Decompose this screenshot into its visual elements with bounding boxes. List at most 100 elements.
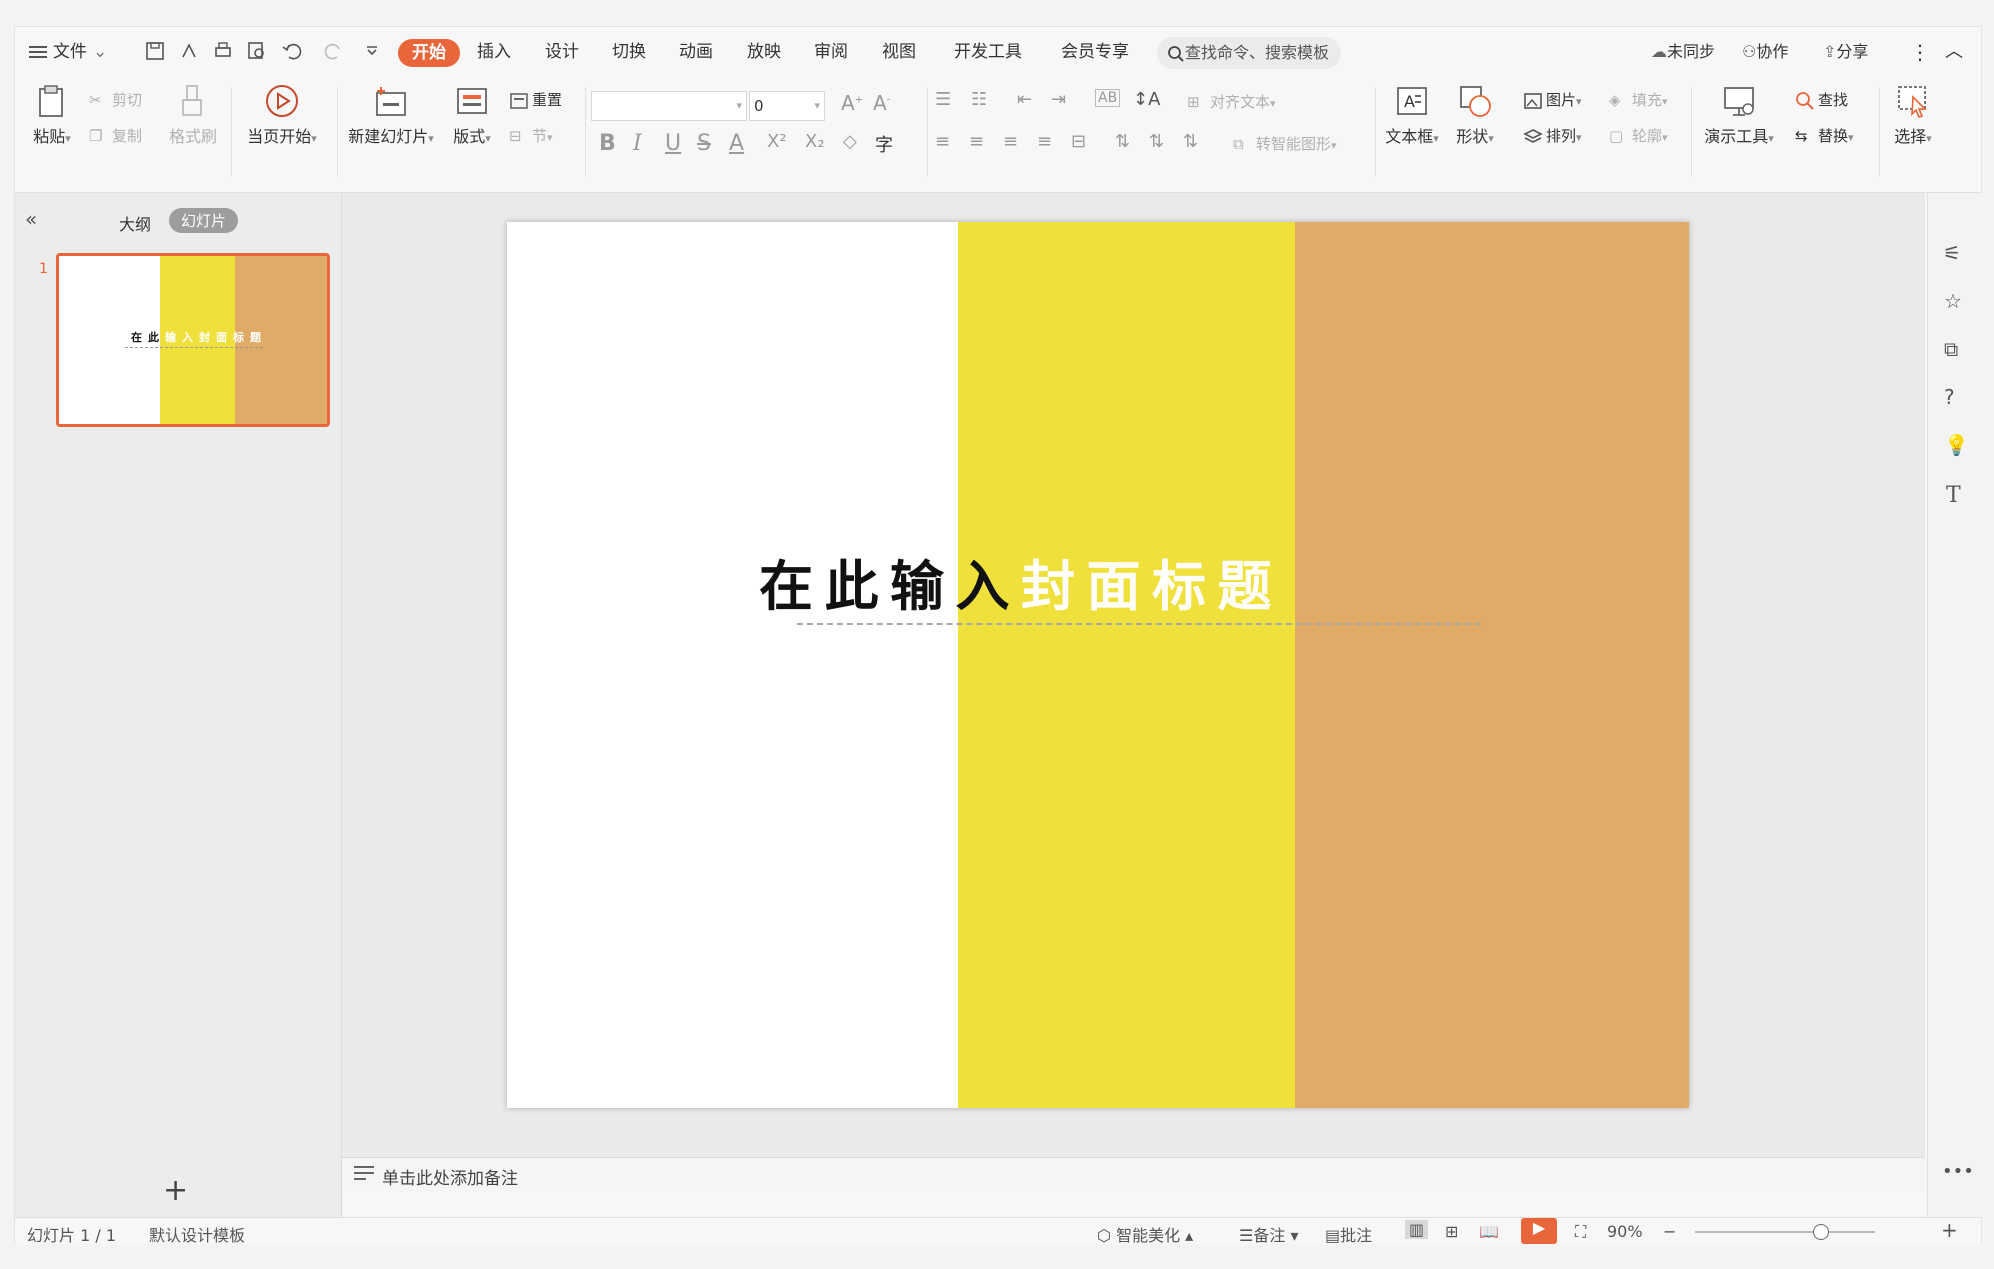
align-right-icon[interactable]: ≡ (1003, 131, 1018, 152)
notes-toggle[interactable]: ☰备注 ▾ (1239, 1222, 1298, 1246)
tab-design[interactable]: 设计 (545, 39, 579, 65)
phonetic-icon[interactable]: 字 (875, 131, 893, 157)
collapse-pane-icon[interactable]: « (25, 207, 37, 231)
strikethrough-icon[interactable]: S (697, 131, 711, 156)
font-family-select[interactable]: ▾ (591, 91, 747, 121)
more-menu-icon[interactable]: ⋮ (1910, 39, 1930, 65)
align-left-icon[interactable]: ≡ (935, 131, 950, 152)
shrink-font-icon[interactable]: A- (873, 91, 890, 115)
lightbulb-icon[interactable]: 💡 (1944, 433, 1969, 457)
select-button[interactable]: 选择▾ (1885, 83, 1941, 147)
tab-member[interactable]: 会员专享 (1061, 39, 1129, 65)
sort-icon[interactable]: ↕A (1133, 89, 1160, 110)
sorter-view-icon[interactable]: ⊞ (1445, 1222, 1458, 1241)
fit-window-icon[interactable]: ⛶ (1575, 1222, 1586, 1242)
tab-insert[interactable]: 插入 (477, 39, 511, 65)
zoom-in-icon[interactable]: + (1941, 1218, 1958, 1242)
outline-button[interactable]: ▢ 轮廓▾ (1609, 125, 1668, 147)
column-spacing-icon[interactable]: ⇅ (1183, 131, 1198, 152)
font-size-select[interactable]: 0 ▾ (749, 91, 825, 121)
slides-icon[interactable]: ⧉ (1944, 337, 1958, 361)
section-button[interactable]: ⊟ 节▾ (509, 125, 553, 147)
properties-icon[interactable]: ⚟ (1943, 241, 1961, 265)
text-direction-icon[interactable]: AB (1095, 89, 1121, 107)
collapse-ribbon-icon[interactable]: ︿ (1945, 39, 1963, 65)
tab-home[interactable]: 开始 (398, 39, 460, 67)
paragraph-spacing-icon[interactable]: ⇅ (1149, 131, 1164, 152)
subscript-icon[interactable]: X₂ (805, 131, 825, 152)
font-color-icon[interactable]: A (729, 131, 744, 156)
increase-indent-icon[interactable]: ⇥ (1051, 89, 1066, 110)
tab-view[interactable]: 视图 (882, 39, 916, 65)
underline-icon[interactable]: U (665, 131, 681, 156)
star-icon[interactable]: ☆ (1944, 289, 1962, 313)
normal-view-icon[interactable]: ▥ (1405, 1220, 1429, 1239)
new-slide-button[interactable]: 新建幻灯片▾ (341, 83, 441, 147)
fill-button[interactable]: ◈ 填充▾ (1609, 89, 1668, 111)
align-text-button[interactable]: ⊞ 对齐文本▾ (1187, 91, 1276, 113)
reading-view-icon[interactable]: 📖 (1479, 1222, 1499, 1241)
decrease-indent-icon[interactable]: ⇤ (1017, 89, 1032, 110)
arrange-button[interactable]: 排列▾ (1523, 125, 1582, 147)
superscript-icon[interactable]: X² (767, 131, 787, 152)
print-icon[interactable] (213, 41, 233, 61)
present-tools-button[interactable]: 演示工具▾ (1697, 83, 1781, 147)
bullet-list-icon[interactable]: ☰ (935, 89, 951, 110)
layout-button[interactable]: 版式▾ (447, 83, 497, 147)
tab-animation[interactable]: 动画 (679, 39, 713, 65)
beautify-button[interactable]: ⬡ 智能美化 ▴ (1097, 1222, 1193, 1246)
tab-transition[interactable]: 切换 (612, 39, 646, 65)
find-button[interactable]: 查找 (1795, 89, 1848, 111)
save-icon[interactable] (145, 41, 165, 61)
line-spacing-icon[interactable]: ⇅ (1115, 131, 1130, 152)
customize-icon[interactable] (365, 43, 379, 57)
comments-toggle[interactable]: ▤批注 (1325, 1222, 1372, 1246)
zoom-slider-thumb[interactable] (1813, 1224, 1829, 1240)
reset-button[interactable]: 重置 (509, 89, 562, 111)
tab-slideshow[interactable]: 放映 (747, 39, 781, 65)
replace-button[interactable]: ⇆ 替换▾ (1795, 125, 1854, 147)
slide[interactable]: 在此输入封面标题 (507, 222, 1689, 1108)
convert-smartart-button[interactable]: ⧉ 转智能图形▾ (1233, 133, 1337, 155)
collaborate-button[interactable]: ⚇协作 (1742, 39, 1788, 65)
sync-status[interactable]: ☁未同步 (1651, 39, 1715, 65)
help-icon[interactable]: ? (1944, 385, 1955, 409)
textbox-button[interactable]: A 文本框▾ (1379, 83, 1445, 147)
tab-outline[interactable]: 大纲 (119, 211, 151, 235)
picture-button[interactable]: 图片▾ (1523, 89, 1582, 111)
tab-review[interactable]: 审阅 (814, 39, 848, 65)
zoom-out-icon[interactable]: − (1663, 1222, 1676, 1241)
paste-button[interactable]: 粘贴▾ (29, 83, 75, 147)
justify-icon[interactable]: ≡ (1037, 131, 1052, 152)
zoom-level[interactable]: 90% (1607, 1222, 1643, 1241)
more-icon[interactable]: ••• (1942, 1161, 1974, 1182)
text-icon[interactable]: T (1946, 483, 1961, 508)
bold-icon[interactable]: B (599, 131, 616, 156)
share-button[interactable]: ⇪分享 (1823, 39, 1868, 65)
undo-icon[interactable] (281, 41, 307, 61)
numbered-list-icon[interactable]: ☷ (971, 89, 987, 110)
clear-format-icon[interactable]: ◇ (843, 131, 857, 152)
cut-button[interactable]: ✂ 剪切 (89, 89, 142, 111)
command-search[interactable]: 查找命令、搜索模板 (1157, 37, 1342, 69)
distribute-icon[interactable]: ⊟ (1071, 131, 1086, 152)
export-icon[interactable] (179, 41, 199, 61)
redo-icon[interactable] (325, 41, 345, 61)
copy-button[interactable]: ❐ 复制 (89, 125, 142, 147)
template-name[interactable]: 默认设计模板 (149, 1222, 245, 1246)
file-menu[interactable]: 文件 ⌄ (29, 39, 107, 65)
zoom-slider[interactable] (1695, 1231, 1875, 1233)
play-from-current-button[interactable]: 当页开始▾ (237, 83, 327, 147)
shape-button[interactable]: 形状▾ (1449, 83, 1501, 147)
tab-slides[interactable]: 幻灯片 (169, 208, 239, 233)
grow-font-icon[interactable]: A+ (841, 91, 863, 115)
align-center-icon[interactable]: ≡ (969, 131, 984, 152)
slide-thumbnail[interactable]: 在此输入封面标题 (56, 253, 330, 427)
add-slide-icon[interactable]: + (163, 1173, 188, 1208)
print-preview-icon[interactable] (247, 41, 267, 61)
italic-icon[interactable]: I (633, 131, 642, 156)
format-painter-button[interactable]: 格式刷 (163, 83, 223, 147)
tab-developer[interactable]: 开发工具 (954, 39, 1022, 65)
play-slideshow-icon[interactable]: ▶ (1521, 1218, 1557, 1244)
notes-bar[interactable]: 单击此处添加备注 (342, 1157, 1925, 1192)
